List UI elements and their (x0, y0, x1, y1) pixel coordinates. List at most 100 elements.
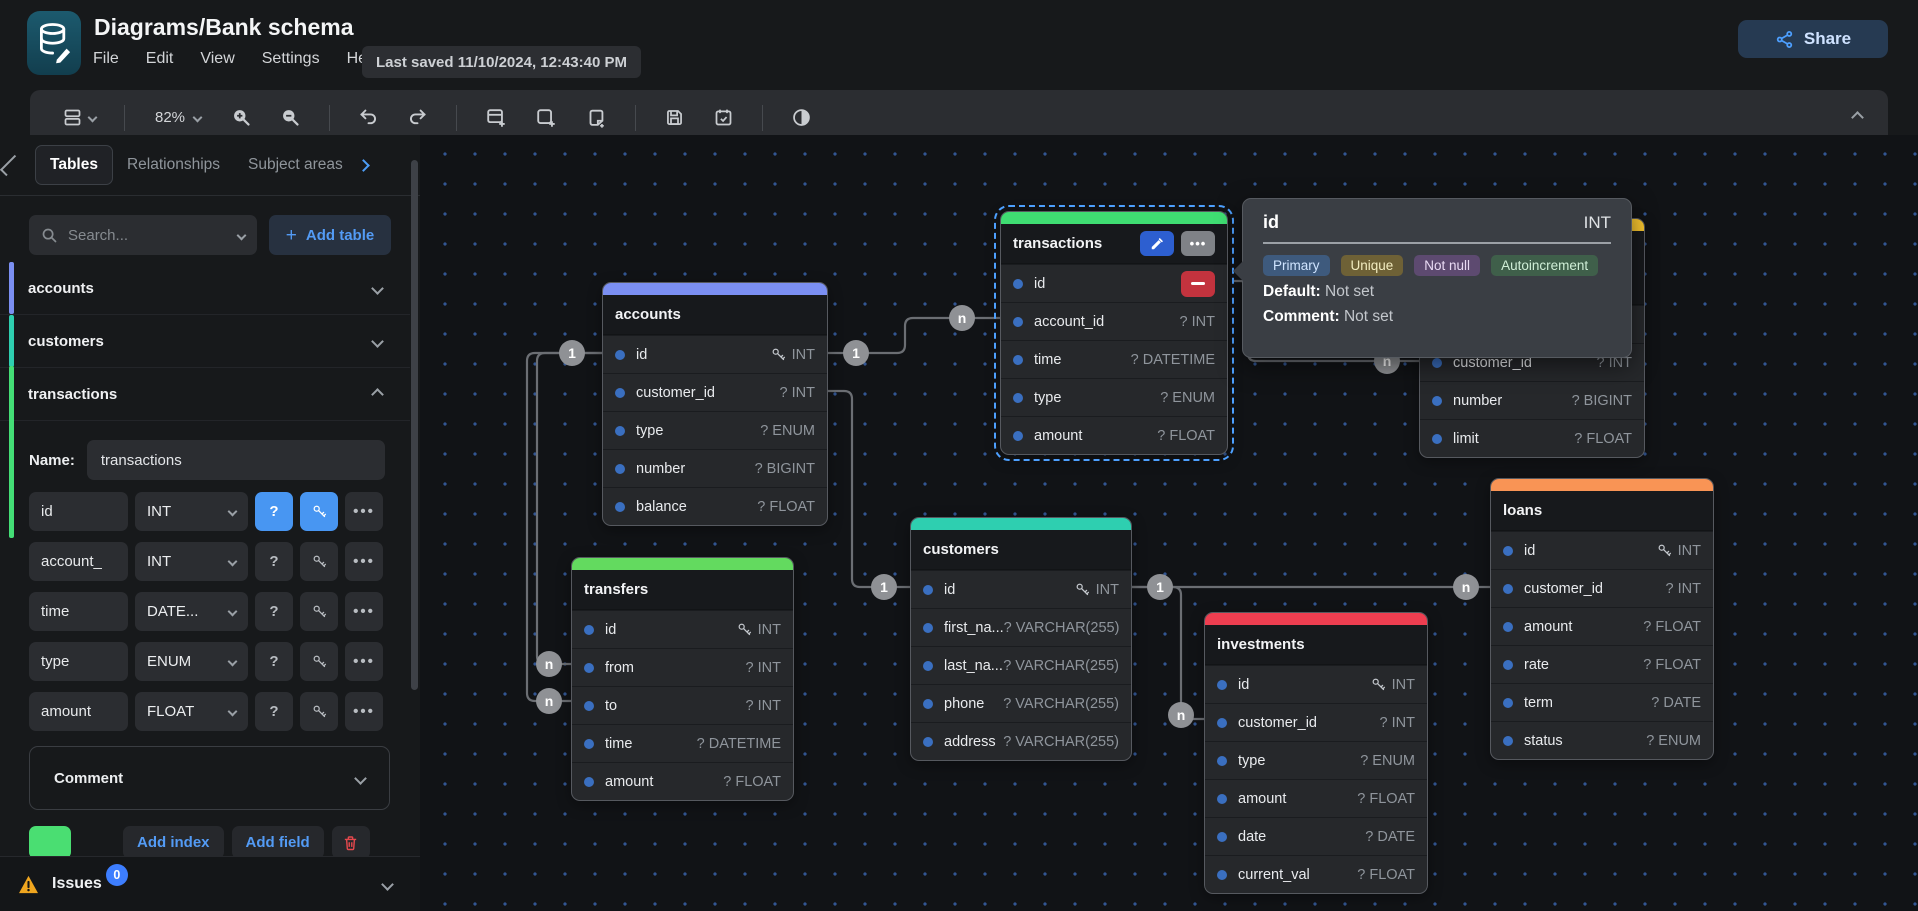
table-field-row[interactable]: first_na...? VARCHAR(255) (911, 608, 1131, 646)
table-field-row[interactable]: idINT (1491, 531, 1713, 569)
field-more-button[interactable]: ••• (345, 542, 383, 581)
relationship-edge[interactable] (1132, 587, 1204, 719)
field-more-button[interactable]: ••• (345, 592, 383, 631)
share-button[interactable]: Share (1738, 20, 1888, 58)
chevron-down-icon[interactable] (381, 878, 394, 891)
table-color-swatch[interactable] (29, 826, 71, 859)
table-field-row[interactable]: type? ENUM (603, 411, 827, 449)
comment-section[interactable]: Comment (29, 746, 390, 810)
sidebar-scrollbar[interactable] (411, 160, 418, 690)
field-name-input[interactable]: id (29, 492, 128, 531)
table-field-row[interactable]: from? INT (572, 648, 793, 686)
table-name-row[interactable]: transfers (572, 570, 793, 610)
table-field-row[interactable]: type? ENUM (1001, 378, 1227, 416)
chevron-up-icon[interactable] (371, 388, 384, 401)
add-field-button[interactable]: Add field (232, 826, 324, 859)
table-field-row[interactable]: to? INT (572, 686, 793, 724)
menu-view[interactable]: View (200, 50, 234, 68)
primary-key-toggle-button[interactable] (300, 492, 338, 531)
diagram-table-customers[interactable]: customersidINTfirst_na...? VARCHAR(255)l… (910, 517, 1132, 761)
table-field-row[interactable]: last_na...? VARCHAR(255) (911, 646, 1131, 684)
table-field-row[interactable]: rate? FLOAT (1491, 645, 1713, 683)
table-field-row[interactable]: customer_id? INT (1205, 703, 1427, 741)
diagram-menu-button[interactable] (56, 103, 102, 132)
diagram-table-transfers[interactable]: transfersidINTfrom? INTto? INTtime? DATE… (571, 557, 794, 801)
sidebar-table-item-customers[interactable]: customers (0, 315, 410, 368)
table-field-row[interactable]: phone? VARCHAR(255) (911, 684, 1131, 722)
table-field-row[interactable]: idINT (911, 570, 1131, 608)
nullable-toggle-button[interactable]: ? (255, 542, 293, 581)
save-button[interactable] (658, 103, 691, 132)
table-field-row[interactable]: address? VARCHAR(255) (911, 722, 1131, 760)
diagram-table-investments[interactable]: investmentsidINTcustomer_id? INTtype? EN… (1204, 612, 1428, 894)
nullable-toggle-button[interactable]: ? (255, 492, 293, 531)
table-field-row[interactable]: id (1001, 264, 1227, 302)
delete-field-button[interactable] (1181, 271, 1215, 297)
diagram-canvas[interactable]: 1nn1n11nnn accountsidINTcustomer_id? INT… (420, 135, 1918, 911)
table-field-row[interactable]: number? BIGINT (1420, 381, 1644, 419)
field-type-select[interactable]: INT (135, 542, 248, 581)
zoom-out-button[interactable] (274, 103, 307, 132)
nullable-toggle-button[interactable]: ? (255, 592, 293, 631)
table-field-row[interactable]: amount? FLOAT (1205, 779, 1427, 817)
table-name-row[interactable]: investments (1205, 625, 1427, 665)
table-field-row[interactable]: amount? FLOAT (1001, 416, 1227, 454)
table-field-row[interactable]: limit? FLOAT (1420, 419, 1644, 457)
table-field-row[interactable]: amount? FLOAT (1491, 607, 1713, 645)
sidebar-table-item-transactions[interactable]: transactions (0, 368, 410, 421)
primary-key-toggle-button[interactable] (300, 542, 338, 581)
table-name-input[interactable] (87, 440, 385, 480)
table-field-row[interactable]: customer_id? INT (1491, 569, 1713, 607)
table-field-row[interactable]: idINT (572, 610, 793, 648)
diagram-table-loans[interactable]: loansidINTcustomer_id? INTamount? FLOATr… (1490, 478, 1714, 760)
tab-relationships[interactable]: Relationships (113, 146, 234, 184)
diagram-table-transactions[interactable]: transactions•••idaccount_id? INTtime? DA… (1000, 211, 1228, 455)
todo-button[interactable] (707, 103, 740, 132)
table-field-row[interactable]: idINT (1205, 665, 1427, 703)
table-field-row[interactable]: number? BIGINT (603, 449, 827, 487)
diagram-table-accounts[interactable]: accountsidINTcustomer_id? INTtype? ENUMn… (602, 282, 828, 526)
field-type-select[interactable]: ENUM (135, 642, 248, 681)
menu-edit[interactable]: Edit (146, 50, 174, 68)
add-area-button[interactable] (529, 103, 563, 133)
table-field-row[interactable]: date? DATE (1205, 817, 1427, 855)
chevron-down-icon[interactable] (371, 282, 384, 295)
table-name-row[interactable]: accounts (603, 295, 827, 335)
add-index-button[interactable]: Add index (123, 826, 224, 859)
theme-button[interactable] (785, 103, 818, 132)
add-table-button[interactable]: + Add table (269, 215, 391, 255)
tabs-scroll-right-icon[interactable] (357, 159, 370, 172)
undo-button[interactable] (352, 103, 385, 132)
add-table-toolbar-button[interactable] (479, 103, 513, 133)
primary-key-toggle-button[interactable] (300, 692, 338, 731)
primary-key-toggle-button[interactable] (300, 642, 338, 681)
table-field-row[interactable]: status? ENUM (1491, 721, 1713, 759)
primary-key-toggle-button[interactable] (300, 592, 338, 631)
issues-bar[interactable]: Issues 0 (0, 856, 420, 911)
table-name-row[interactable]: customers (911, 530, 1131, 570)
field-more-button[interactable]: ••• (345, 492, 383, 531)
field-type-select[interactable]: INT (135, 492, 248, 531)
table-field-row[interactable]: current_val? FLOAT (1205, 855, 1427, 893)
table-field-row[interactable]: time? DATETIME (1001, 340, 1227, 378)
add-note-button[interactable] (579, 103, 613, 133)
table-field-row[interactable]: type? ENUM (1205, 741, 1427, 779)
table-field-row[interactable]: balance? FLOAT (603, 487, 827, 525)
delete-table-button[interactable] (332, 826, 370, 859)
tab-tables[interactable]: Tables (35, 145, 113, 185)
field-name-input[interactable]: amount (29, 692, 128, 731)
search-input[interactable]: Search... (29, 215, 257, 255)
field-more-button[interactable]: ••• (345, 692, 383, 731)
relationship-edge[interactable] (828, 391, 910, 587)
field-name-input[interactable]: time (29, 592, 128, 631)
zoom-in-button[interactable] (225, 103, 258, 132)
table-field-row[interactable]: idINT (603, 335, 827, 373)
table-more-button[interactable]: ••• (1181, 231, 1215, 256)
chevron-down-icon[interactable] (371, 335, 384, 348)
table-field-row[interactable]: term? DATE (1491, 683, 1713, 721)
field-more-button[interactable]: ••• (345, 642, 383, 681)
field-type-select[interactable]: DATE... (135, 592, 248, 631)
table-field-row[interactable]: time? DATETIME (572, 724, 793, 762)
table-name-row[interactable]: transactions••• (1001, 224, 1227, 264)
tab-subject-areas[interactable]: Subject areas (234, 146, 357, 184)
